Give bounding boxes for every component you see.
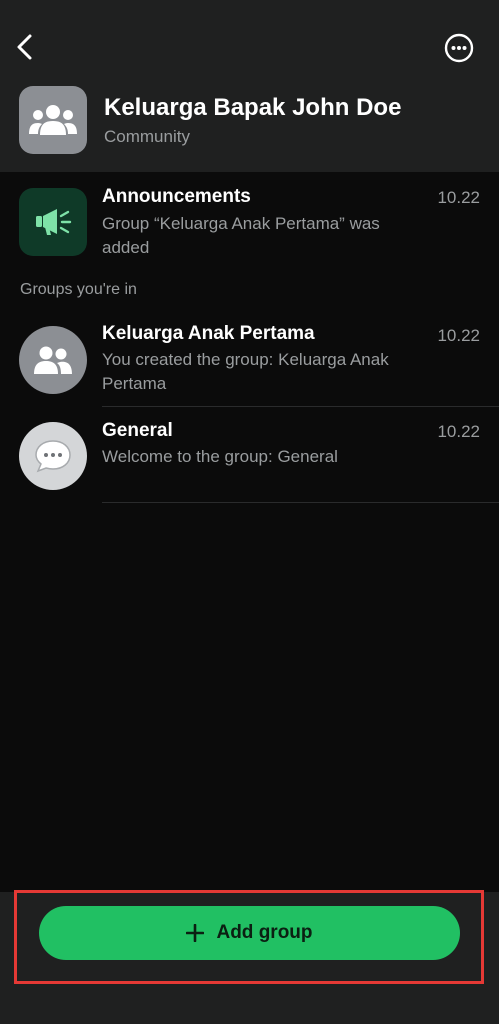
group-row-keluarga-anak-pertama[interactable]: Keluarga Anak Pertama 10.22 You created …: [0, 310, 499, 407]
groups-section-label: Groups you're in: [20, 281, 137, 298]
group-time: 10.22: [437, 422, 480, 441]
row-divider: [102, 502, 499, 503]
group-last-message: Welcome to the group: General: [102, 447, 338, 466]
chevron-left-icon: [17, 34, 32, 60]
announcements-avatar: [19, 188, 87, 256]
add-group-button[interactable]: Add group: [39, 906, 460, 960]
community-header: Keluarga Bapak John Doe Community: [0, 0, 499, 172]
more-horizontal-icon: [444, 33, 474, 63]
group-row-general[interactable]: General 10.22 Welcome to the group: Gene…: [0, 407, 499, 503]
announcements-time: 10.22: [437, 188, 480, 207]
community-icon: [29, 105, 77, 135]
chat-bubble-icon: [35, 440, 71, 473]
group-last-message: You created the group: Keluarga Anak Per…: [102, 350, 389, 393]
group-title: General: [102, 420, 173, 441]
group-avatar: [19, 422, 87, 490]
group-time: 10.22: [437, 326, 480, 345]
group-avatar: [19, 326, 87, 394]
community-screen: Keluarga Bapak John Doe Community Announ…: [0, 0, 499, 1024]
megaphone-icon: [36, 209, 72, 235]
community-type-label: Community: [104, 127, 190, 146]
group-title: Keluarga Anak Pertama: [102, 323, 315, 344]
community-avatar[interactable]: [19, 86, 87, 154]
add-group-label: Add group: [216, 922, 313, 943]
plus-icon: [186, 924, 205, 942]
back-button[interactable]: [10, 30, 40, 64]
announcements-title: Announcements: [102, 186, 251, 207]
more-options-button[interactable]: [443, 32, 475, 64]
community-name: Keluarga Bapak John Doe: [104, 94, 402, 121]
announcements-message: Group “Keluarga Anak Pertama” was added: [102, 214, 380, 257]
announcements-row[interactable]: Announcements 10.22 Group “Keluarga Anak…: [0, 172, 499, 268]
group-icon: [34, 346, 72, 374]
